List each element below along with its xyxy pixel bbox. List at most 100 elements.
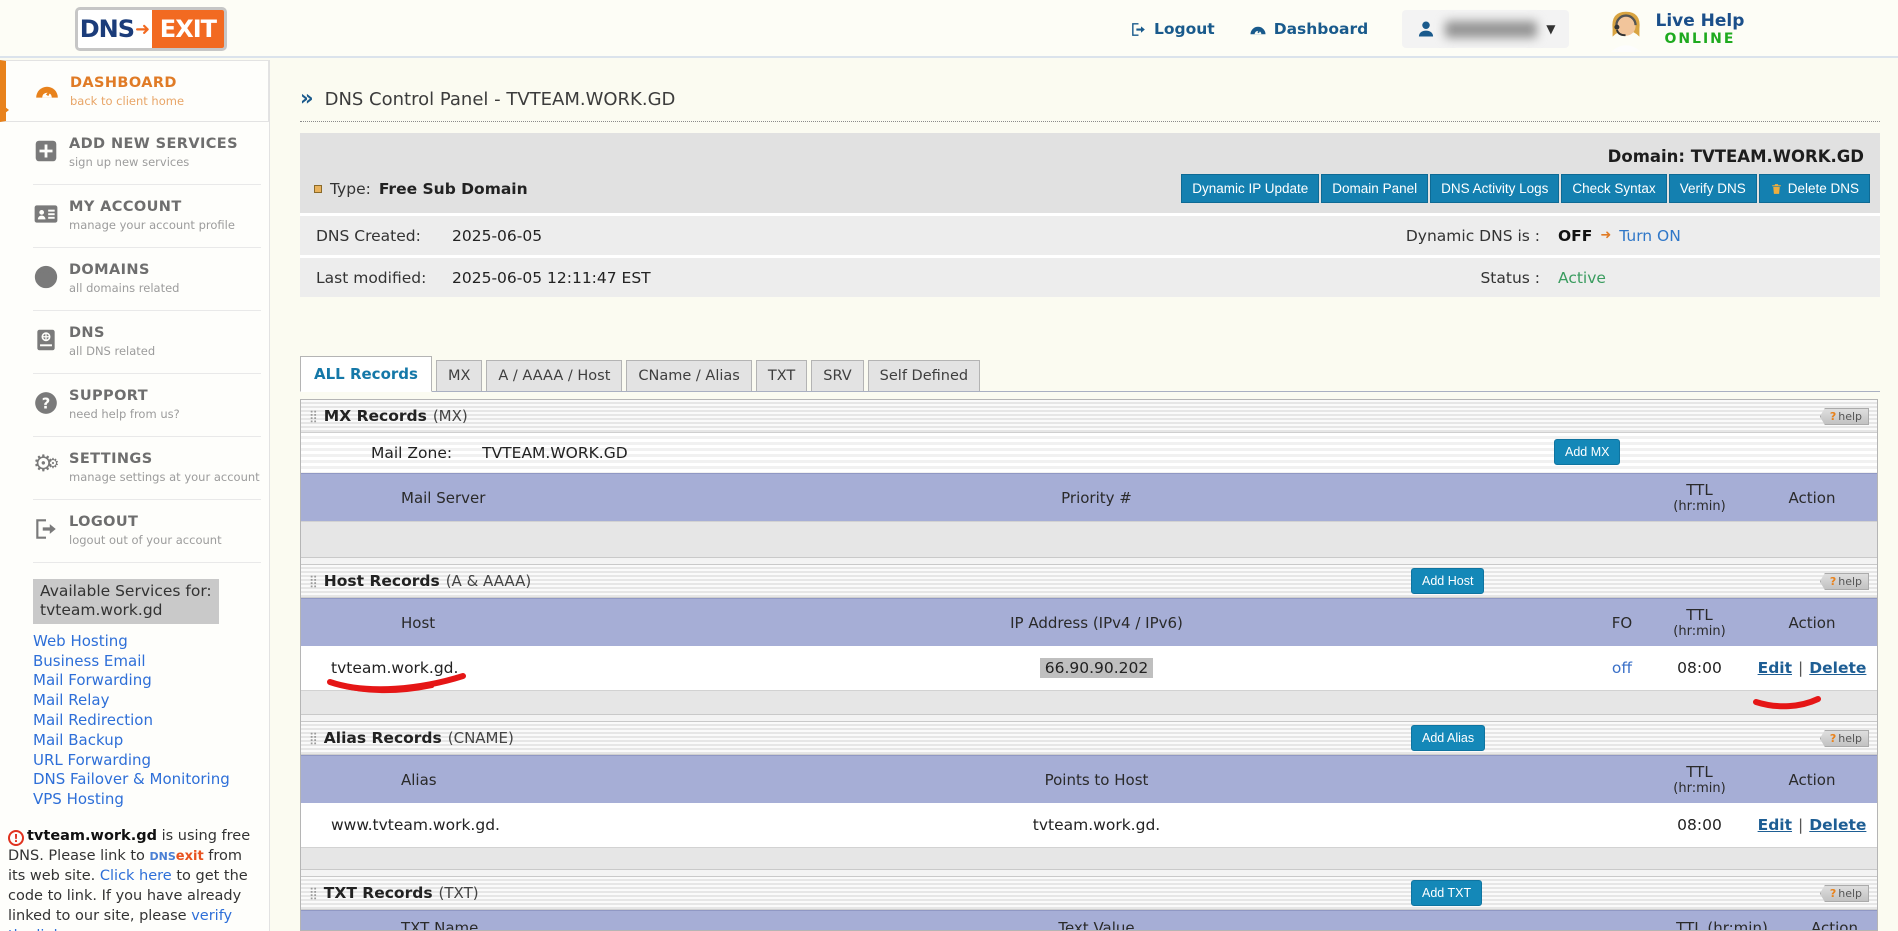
delete-alias-link[interactable]: Delete bbox=[1809, 816, 1866, 834]
logout-icon bbox=[33, 516, 59, 542]
column-action: Action bbox=[1747, 771, 1877, 789]
available-services: Available Services for: tvteam.work.gd W… bbox=[33, 579, 261, 810]
sidebar-item-sub: back to client home bbox=[70, 94, 260, 108]
user-menu[interactable]: ▼ bbox=[1402, 10, 1569, 48]
service-link-mail-forwarding[interactable]: Mail Forwarding bbox=[33, 671, 261, 691]
created-value: 2025-06-05 bbox=[452, 227, 542, 245]
service-link-url-forwarding[interactable]: URL Forwarding bbox=[33, 751, 261, 771]
alias-section-header: ⣿ Alias Records (CNAME) Add Alias ?help bbox=[301, 722, 1877, 755]
dnsexit-logo[interactable]: DNS ➜ EXIT bbox=[75, 7, 227, 51]
txt-help-button[interactable]: ?help bbox=[1820, 885, 1869, 902]
alert-icon: ! bbox=[8, 830, 24, 846]
add-mx-button[interactable]: Add MX bbox=[1554, 439, 1620, 465]
alias-ttl: 08:00 bbox=[1652, 816, 1747, 834]
drag-handle-icon: ⣿ bbox=[309, 886, 318, 900]
sidebar-item-logout[interactable]: LOGOUT logout out of your account bbox=[0, 500, 269, 562]
column-text-value: Text Value bbox=[601, 919, 1592, 931]
double-chevron-icon: » bbox=[300, 86, 314, 110]
available-services-title: Available Services for: tvteam.work.gd bbox=[33, 579, 219, 624]
tab-a-aaaa-host[interactable]: A / AAAA / Host bbox=[486, 360, 622, 391]
record-tabs: ALL Records MX A / AAAA / Host CName / A… bbox=[300, 356, 1880, 392]
service-link-mail-redirection[interactable]: Mail Redirection bbox=[33, 711, 261, 731]
drag-handle-icon: ⣿ bbox=[309, 574, 318, 588]
click-here-link[interactable]: Click here bbox=[100, 868, 172, 884]
dns-activity-logs-button[interactable]: DNS Activity Logs bbox=[1430, 174, 1559, 203]
add-txt-button[interactable]: Add TXT bbox=[1411, 880, 1482, 906]
domain-heading: Domain: TVTEAM.WORK.GD bbox=[300, 141, 1880, 170]
sidebar-divider bbox=[33, 562, 261, 563]
turn-on-link[interactable]: Turn ON bbox=[1619, 227, 1681, 245]
sidebar-item-label: MY ACCOUNT bbox=[69, 199, 261, 215]
sidebar-item-domains[interactable]: DOMAINS all domains related bbox=[0, 248, 269, 310]
delete-host-link[interactable]: Delete bbox=[1809, 659, 1866, 677]
txt-table-header: TXT Name Text Value TTL (hr:min) Action bbox=[301, 910, 1877, 931]
dns-exit-control-panel: DNS ➜ EXIT Logout Dashboard ▼ bbox=[0, 0, 1898, 931]
tab-cname-alias[interactable]: CName / Alias bbox=[626, 360, 751, 391]
notice-brand-exit: exit bbox=[176, 849, 204, 864]
alias-name: www.tvteam.work.gd. bbox=[301, 816, 601, 834]
add-host-button[interactable]: Add Host bbox=[1411, 568, 1484, 594]
column-ttl: TTL(hr:min) bbox=[1652, 606, 1747, 639]
failover-toggle-link[interactable]: off bbox=[1612, 659, 1632, 677]
sidebar-item-my-account[interactable]: MY ACCOUNT manage your account profile bbox=[0, 185, 269, 247]
dashboard-icon bbox=[1249, 20, 1267, 38]
mx-table-header: Mail Server Priority # TTL(hr:min) Actio… bbox=[301, 473, 1877, 521]
tab-self-defined[interactable]: Self Defined bbox=[868, 360, 980, 391]
sidebar-item-dns[interactable]: DNS all DNS related bbox=[0, 311, 269, 373]
user-icon bbox=[1416, 19, 1436, 39]
sidebar-item-dashboard[interactable]: DASHBOARD back to client home bbox=[0, 60, 269, 122]
last-modified-row: Last modified: 2025-06-05 12:11:47 EST S… bbox=[300, 258, 1880, 297]
add-alias-button[interactable]: Add Alias bbox=[1411, 725, 1485, 751]
panel-top: Domain: TVTEAM.WORK.GD Type: Free Sub Do… bbox=[300, 133, 1880, 213]
tab-txt[interactable]: TXT bbox=[756, 360, 807, 391]
service-link-vps-hosting[interactable]: VPS Hosting bbox=[33, 790, 261, 810]
dashboard-nav-button[interactable]: Dashboard bbox=[1249, 20, 1369, 38]
created-label: DNS Created: bbox=[300, 227, 452, 245]
tab-all-records[interactable]: ALL Records bbox=[300, 356, 432, 392]
dashboard-icon bbox=[34, 77, 60, 103]
column-alias: Alias bbox=[301, 771, 601, 789]
logout-nav-button[interactable]: Logout bbox=[1130, 20, 1215, 38]
ddns-label: Dynamic DNS is : bbox=[1250, 227, 1540, 245]
tab-srv[interactable]: SRV bbox=[811, 360, 863, 391]
chevron-down-icon: ▼ bbox=[1546, 22, 1555, 36]
section-spacer bbox=[301, 690, 1877, 714]
service-link-web-hosting[interactable]: Web Hosting bbox=[33, 632, 261, 652]
column-action: Action bbox=[1747, 489, 1877, 507]
service-link-mail-backup[interactable]: Mail Backup bbox=[33, 731, 261, 751]
sidebar-item-add-new-services[interactable]: ADD NEW SERVICES sign up new services bbox=[0, 122, 269, 184]
live-help-button[interactable]: Live Help ONLINE bbox=[1603, 6, 1744, 52]
bullet-icon bbox=[314, 185, 322, 193]
sidebar-item-support[interactable]: ? SUPPORT need help from us? bbox=[0, 374, 269, 436]
service-link-mail-relay[interactable]: Mail Relay bbox=[33, 691, 261, 711]
host-section-title: Host Records bbox=[324, 572, 440, 590]
free-dns-notice: !tvteam.work.gd is using free DNS. Pleas… bbox=[8, 826, 259, 931]
sidebar-item-sub: logout out of your account bbox=[69, 533, 261, 547]
sidebar-item-sub: manage your account profile bbox=[69, 218, 261, 232]
service-link-business-email[interactable]: Business Email bbox=[33, 652, 261, 672]
column-ttl: TTL(hr:min) bbox=[1652, 481, 1747, 514]
check-syntax-button[interactable]: Check Syntax bbox=[1561, 174, 1666, 203]
dynamic-ip-update-button[interactable]: Dynamic IP Update bbox=[1181, 174, 1319, 203]
sidebar-item-settings[interactable]: ⚙⚙ SETTINGS manage settings at your acco… bbox=[0, 437, 269, 499]
service-link-dns-failover[interactable]: DNS Failover & Monitoring bbox=[33, 770, 261, 790]
edit-host-link[interactable]: Edit bbox=[1758, 659, 1792, 677]
section-spacer bbox=[301, 847, 1877, 869]
sidebar-item-label: DASHBOARD bbox=[70, 75, 260, 91]
section-divider bbox=[301, 869, 1877, 877]
sidebar-item-sub: need help from us? bbox=[69, 407, 261, 421]
tab-mx[interactable]: MX bbox=[436, 360, 482, 391]
verify-dns-button[interactable]: Verify DNS bbox=[1669, 174, 1757, 203]
mx-help-button[interactable]: ?help bbox=[1820, 408, 1869, 425]
delete-dns-button[interactable]: Delete DNS bbox=[1759, 174, 1870, 203]
domain-panel-button[interactable]: Domain Panel bbox=[1321, 174, 1428, 203]
column-host: Host bbox=[301, 614, 601, 632]
column-mail-server: Mail Server bbox=[301, 489, 601, 507]
alias-help-button[interactable]: ?help bbox=[1820, 730, 1869, 747]
logout-icon bbox=[1130, 21, 1147, 38]
page-title: »DNS Control Panel - TVTEAM.WORK.GD bbox=[300, 86, 1880, 122]
domain-info-panel: Domain: TVTEAM.WORK.GD Type: Free Sub Do… bbox=[300, 133, 1880, 297]
host-help-button[interactable]: ?help bbox=[1820, 573, 1869, 590]
notice-domain: tvteam.work.gd bbox=[27, 828, 157, 844]
edit-alias-link[interactable]: Edit bbox=[1758, 816, 1792, 834]
